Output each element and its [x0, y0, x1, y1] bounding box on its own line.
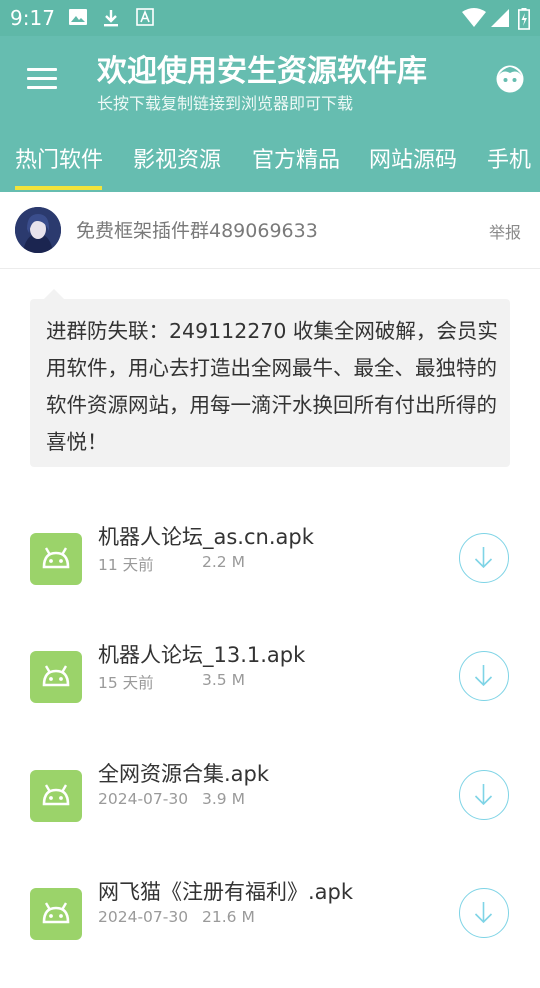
page-subtitle: 长按下载复制链接到浏览器即可下载 [97, 94, 354, 113]
post-text: 进群防失联：249112270 收集全网破解，会员实用软件，用心去打造出全网最牛… [46, 319, 498, 454]
android-icon [30, 770, 82, 822]
app-header: 欢迎使用安生资源软件库 长按下载复制链接到浏览器即可下载 热门软件 影视资源 官… [0, 36, 540, 192]
file-name: 网飞猫《注册有福利》.apk [98, 880, 354, 904]
download-arrow-icon [474, 784, 493, 806]
tab-mobile[interactable]: 手机 [487, 142, 531, 174]
file-time: 15 天前 [98, 674, 154, 692]
download-button[interactable] [459, 651, 509, 701]
file-size: 21.6 M [202, 908, 255, 926]
tab-video-resources[interactable]: 影视资源 [133, 142, 221, 174]
android-icon [30, 888, 82, 940]
active-tab-indicator [15, 186, 102, 190]
download-arrow-icon [474, 547, 493, 569]
report-button[interactable]: 举报 [489, 219, 521, 243]
avatar[interactable] [15, 207, 61, 253]
file-size: 2.2 M [202, 553, 245, 571]
battery-icon [518, 8, 530, 30]
signal-icon [491, 9, 509, 27]
download-arrow-icon [474, 665, 493, 687]
file-item[interactable]: 机器人论坛_as.cn.apk 11 天前 2.2 M [0, 525, 540, 633]
file-size: 3.9 M [202, 790, 245, 808]
post-author-row: 免费框架插件群489069633 举报 [0, 192, 540, 269]
tab-official-picks[interactable]: 官方精品 [252, 142, 340, 174]
page-title: 欢迎使用安生资源软件库 [97, 54, 427, 89]
file-item[interactable]: 全网资源合集.apk 2024-07-30 3.9 M [0, 762, 540, 870]
file-item[interactable]: 网飞猫《注册有福利》.apk 2024-07-30 21.6 M [0, 880, 540, 988]
file-name: 全网资源合集.apk [98, 762, 270, 786]
file-name: 机器人论坛_13.1.apk [98, 643, 306, 667]
menu-icon[interactable] [27, 68, 57, 90]
profile-face-icon[interactable] [495, 64, 525, 94]
download-button[interactable] [459, 533, 509, 583]
author-name[interactable]: 免费框架插件群489069633 [76, 216, 318, 243]
tab-website-source[interactable]: 网站源码 [369, 142, 457, 174]
file-time: 2024-07-30 [98, 908, 189, 926]
tab-hot-software[interactable]: 热门软件 [15, 142, 103, 174]
a-icon [136, 8, 154, 26]
wifi-icon [462, 8, 486, 27]
image-icon [69, 9, 87, 25]
download-button[interactable] [459, 770, 509, 820]
file-time: 2024-07-30 [98, 790, 189, 808]
file-time: 11 天前 [98, 556, 154, 574]
download-arrow-icon [474, 902, 493, 924]
android-icon [30, 533, 82, 585]
download-icon [104, 10, 118, 27]
status-bar: 9:17 [0, 0, 540, 36]
download-button[interactable] [459, 888, 509, 938]
status-time: 9:17 [10, 6, 55, 30]
file-size: 3.5 M [202, 671, 245, 689]
bubble-arrow [44, 289, 64, 299]
file-item[interactable]: 机器人论坛_13.1.apk 15 天前 3.5 M [0, 643, 540, 751]
post-bubble: 进群防失联：249112270 收集全网破解，会员实用软件，用心去打造出全网最牛… [30, 299, 510, 467]
android-icon [30, 651, 82, 703]
tab-bar: 热门软件 影视资源 官方精品 网站源码 手机 [0, 136, 540, 192]
file-name: 机器人论坛_as.cn.apk [98, 525, 314, 549]
